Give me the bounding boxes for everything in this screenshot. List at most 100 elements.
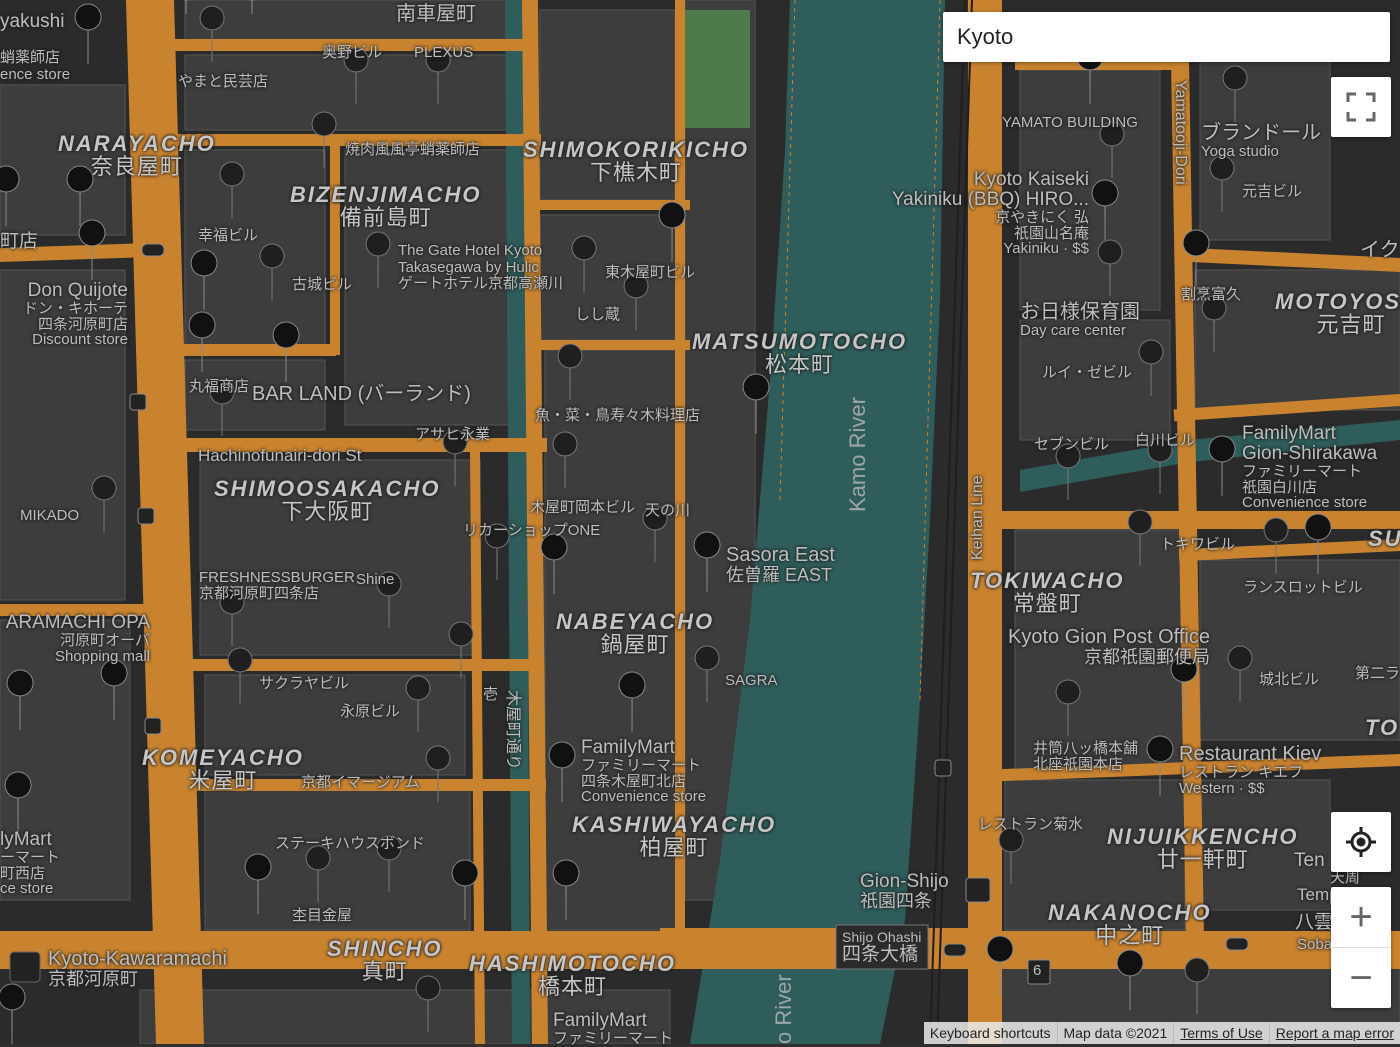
street-label: Hachinofunairi-dori St xyxy=(198,447,361,465)
district-label: NARAYACHO奈良屋町 xyxy=(58,132,216,178)
place-label[interactable]: 南車屋町 xyxy=(396,4,476,25)
place-label[interactable]: サクラヤビル xyxy=(259,676,349,692)
place-label[interactable]: やまと民芸店 xyxy=(178,74,268,90)
place-label[interactable]: FamilyMartファミリーマート四条木屋町北店Convenience sto… xyxy=(581,738,706,805)
place-label[interactable]: 京都イマージアム xyxy=(301,775,420,791)
bus-stop-icon xyxy=(935,760,951,776)
zoom-in-button[interactable]: + xyxy=(1331,887,1391,948)
station-icon xyxy=(966,878,990,902)
place-label[interactable]: 丸福商店 xyxy=(189,379,249,395)
place-label[interactable]: 八雲 xyxy=(1295,913,1333,933)
place-label[interactable]: 井筒八ッ橋本舗北座祇園本店 xyxy=(1033,741,1138,773)
place-label[interactable]: 東木屋町ビル xyxy=(605,265,695,281)
fullscreen-icon xyxy=(1346,92,1376,122)
place-label[interactable]: BAR LAND (バーランド) xyxy=(252,384,471,405)
place-label[interactable]: 町店 xyxy=(0,232,38,252)
place-label[interactable]: 元吉ビル xyxy=(1242,184,1302,200)
place-label[interactable]: ランスロットビル xyxy=(1243,580,1363,596)
place-label[interactable]: Ten xyxy=(1294,851,1325,871)
place-label[interactable]: FRESHNESSBURGER京都河原町四条店 xyxy=(199,570,355,602)
station-label[interactable]: Kyoto-Kawaramachi京都河原町 xyxy=(48,949,227,989)
place-label[interactable]: 天周 xyxy=(1330,870,1360,886)
district-label: TOKIWACHO常盤町 xyxy=(970,569,1124,615)
district-label: TO xyxy=(1365,716,1399,739)
place-label[interactable]: 白川ビル xyxy=(1135,433,1195,449)
bus-stop-icon xyxy=(130,394,146,410)
search-input-value[interactable]: Kyoto xyxy=(957,24,1013,50)
bus-stop-icon xyxy=(145,718,161,734)
place-label[interactable]: レストラン菊水 xyxy=(978,817,1083,833)
place-label[interactable]: 第二ラ xyxy=(1355,666,1400,682)
bus-stop-icon xyxy=(1226,938,1248,950)
district-label: SHIMOOSAKACHO下大阪町 xyxy=(214,477,440,523)
place-label[interactable]: Sasora East佐曽羅 EAST xyxy=(726,545,835,585)
place-label[interactable]: 奥野ビル xyxy=(322,45,382,61)
place-label[interactable]: ブランドールYoga studio xyxy=(1201,123,1321,160)
place-label[interactable]: SAGRA xyxy=(725,673,778,689)
district-label: NAKANOCHO中之町 xyxy=(1048,901,1211,947)
place-label[interactable]: 壱 xyxy=(483,687,498,703)
place-label[interactable]: 蛸薬師店 xyxy=(0,50,60,66)
place-label[interactable]: 城北ビル xyxy=(1259,672,1319,688)
place-label[interactable]: お日様保育園Day care center xyxy=(1020,302,1140,339)
bus-stop-icon xyxy=(138,508,154,524)
search-input[interactable]: Kyoto xyxy=(943,12,1390,62)
place-label[interactable]: Kyoto Gion Post Office京都祇園郵便局 xyxy=(1008,627,1210,667)
route-shield-label: 6 xyxy=(1033,963,1041,979)
my-location-button[interactable] xyxy=(1331,812,1391,872)
place-label[interactable]: 焼肉風風亭蛸薬師店 xyxy=(345,142,480,158)
place-label[interactable]: ルイ・ゼビル xyxy=(1042,365,1132,381)
place-label[interactable]: Don Quijoteドン・キホーテ四条河原町店Discount store xyxy=(0,281,128,348)
place-label[interactable]: Restaurant Kievレストラン キエフWestern · $$ xyxy=(1179,744,1321,797)
district-label: KOMEYACHO米屋町 xyxy=(142,746,304,792)
place-label[interactable]: FamilyMartGion-Shirakawaファミリーマート祇園白川店Con… xyxy=(1242,424,1377,511)
terms-of-use-link[interactable]: Terms of Use xyxy=(1173,1022,1268,1044)
place-label[interactable]: 永原ビル xyxy=(340,704,400,720)
keyboard-shortcuts-link[interactable]: Keyboard shortcuts xyxy=(924,1022,1057,1044)
place-label[interactable]: 割烹富久 xyxy=(1181,287,1241,303)
my-location-icon xyxy=(1345,826,1377,858)
place-label[interactable]: しし蔵 xyxy=(575,307,620,323)
place-label[interactable]: アサヒ永業 xyxy=(415,427,490,443)
street-label: 木屋町通り xyxy=(503,690,520,770)
rail-label: Keihan Line xyxy=(970,475,987,560)
place-label[interactable]: 杢目金屋 xyxy=(292,908,352,924)
district-label: SHIMOKORIKICHO下樵木町 xyxy=(523,138,749,184)
place-label[interactable]: The Gate Hotel KyotoTakasegawa by Hulicゲ… xyxy=(398,243,563,293)
place-label[interactable]: 古城ビル xyxy=(292,277,352,293)
place-label[interactable]: lyMartーマート町西店ce store xyxy=(0,830,60,897)
place-label[interactable]: FamilyMartファミリーマート xyxy=(553,1011,673,1047)
station-label[interactable]: Gion-Shijo祇園四条 xyxy=(860,872,949,911)
place-label[interactable]: Kyoto KaisekiYakiniku (BBQ) HIRO...京やきにく… xyxy=(884,170,1089,257)
place-label[interactable]: 天の川 xyxy=(645,503,690,519)
district-label: MATSUMOTOCHO松本町 xyxy=(692,330,907,376)
report-map-error-link[interactable]: Report a map error xyxy=(1269,1022,1400,1044)
place-label[interactable]: 魚・菜・鳥寿々木料理店 xyxy=(535,408,700,424)
place-label[interactable]: PLEXUS xyxy=(414,45,473,61)
place-label[interactable]: トキワビル xyxy=(1160,537,1235,553)
place-label[interactable]: イク xyxy=(1360,240,1400,261)
district-label: NIJUIKKENCHO廿一軒町 xyxy=(1107,825,1298,871)
park-area xyxy=(680,10,750,128)
fullscreen-button[interactable] xyxy=(1331,77,1391,137)
place-label[interactable]: Soba xyxy=(1297,937,1332,953)
place-label[interactable]: ARAMACHI OPA河原町オーパShopping mall xyxy=(0,613,150,664)
place-label[interactable]: 幸福ビル xyxy=(198,228,258,244)
place-label[interactable]: 木屋町岡本ビル xyxy=(530,500,635,516)
place-label[interactable]: yakushi xyxy=(0,12,64,32)
river-label: Kamo River xyxy=(846,397,869,512)
district-label: MOTOYOSHI元吉町 xyxy=(1275,290,1400,336)
place-label[interactable]: ence store xyxy=(0,67,70,83)
place-label[interactable]: リカーショップONE xyxy=(463,523,600,539)
street-label: Yamatooji-Dori xyxy=(1171,80,1188,185)
place-label[interactable]: セブンビル xyxy=(1034,437,1109,453)
bridge-label[interactable]: Shijo Ohashi四条大橋 xyxy=(842,930,921,965)
zoom-out-button[interactable]: − xyxy=(1331,948,1391,1008)
district-label: KASHIWAYACHO柏屋町 xyxy=(572,813,776,859)
place-label[interactable]: YAMATO BUILDING xyxy=(1002,115,1138,131)
place-label[interactable]: MIKADO xyxy=(20,508,79,524)
place-label[interactable]: ステーキハウスボンド xyxy=(275,836,425,852)
place-label[interactable]: Shine xyxy=(356,572,394,588)
map-footer: Keyboard shortcuts Map data ©2021 Terms … xyxy=(924,1022,1400,1044)
district-label: SHINCHO真町 xyxy=(327,937,442,983)
